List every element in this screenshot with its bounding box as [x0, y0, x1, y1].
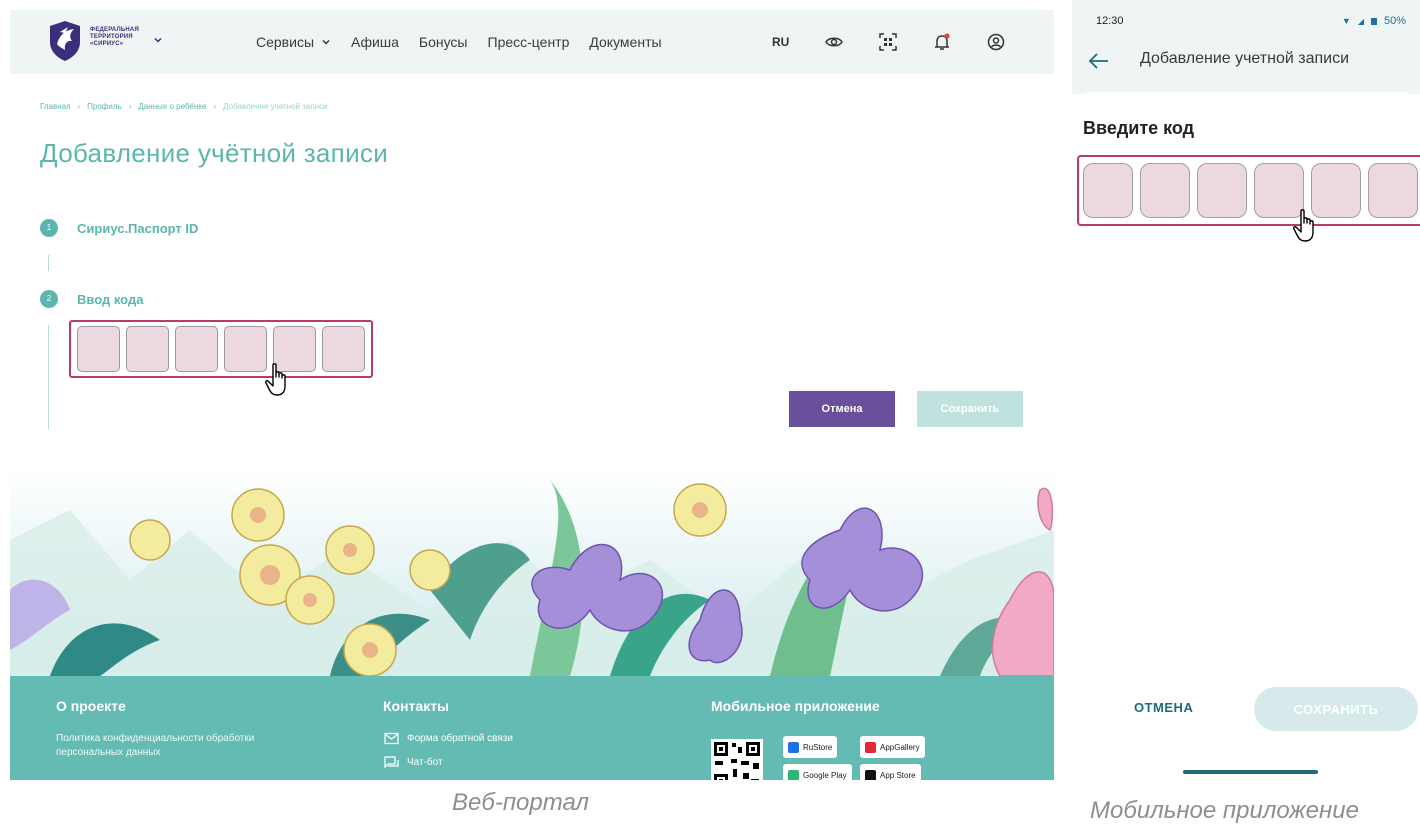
- nav-bonuses[interactable]: Бонусы: [419, 34, 468, 50]
- feedback-form-label: Форма обратной связи: [407, 733, 513, 744]
- sirius-logo-icon[interactable]: [48, 20, 82, 62]
- eye-icon[interactable]: [824, 32, 844, 52]
- site-footer: О проекте Политика конфиденциальности об…: [10, 676, 1054, 780]
- rustore-badge[interactable]: RuStore: [783, 736, 838, 758]
- home-indicator: [1183, 770, 1318, 774]
- main-nav: Сервисы Афиша Бонусы Пресс-центр Докумен…: [256, 34, 682, 50]
- app-store-label: App Store: [880, 770, 916, 780]
- bell-icon[interactable]: [932, 32, 952, 52]
- footer-about-title: О проекте: [56, 698, 126, 714]
- nav-services-label: Сервисы: [256, 34, 315, 50]
- arrow-left-icon[interactable]: [1088, 52, 1110, 70]
- appgallery-label: AppGallery: [880, 742, 920, 752]
- step-connector: [48, 255, 49, 271]
- code-digit-input[interactable]: [322, 326, 365, 372]
- breadcrumb-child-data[interactable]: Данные о ребёнке: [138, 102, 206, 111]
- chevron-down-icon: [322, 39, 330, 45]
- battery-icon: [1370, 17, 1377, 25]
- status-bar: 12:30 ▼ ◢ 50%: [1072, 0, 1420, 42]
- nav-press-center[interactable]: Пресс-центр: [488, 34, 570, 50]
- google-play-label: Google Play: [803, 770, 847, 780]
- profile-icon[interactable]: [986, 32, 1006, 52]
- appgallery-badge[interactable]: AppGallery: [860, 736, 925, 758]
- breadcrumb-current: Добавление учетной записи: [223, 102, 328, 111]
- code-input-group: [1077, 155, 1420, 226]
- screen-title: Добавление учетной записи: [1140, 50, 1350, 67]
- wifi-icon: ▼: [1341, 16, 1351, 26]
- code-input-group: [69, 320, 373, 378]
- app-store-badge[interactable]: App Store: [860, 764, 921, 780]
- step-2-content-line: [48, 325, 49, 429]
- code-digit-input[interactable]: [1368, 163, 1418, 218]
- code-digit-input[interactable]: [175, 326, 218, 372]
- code-digit-input[interactable]: [1197, 163, 1247, 218]
- google-play-badge[interactable]: Google Play: [783, 764, 852, 780]
- signal-icon: ◢: [1357, 16, 1364, 26]
- feedback-form-link[interactable]: Форма обратной связи: [384, 732, 513, 745]
- cancel-button[interactable]: ОТМЕНА: [1134, 700, 1193, 715]
- page-title: Добавление учётной записи: [40, 138, 389, 168]
- nav-afisha[interactable]: Афиша: [351, 34, 399, 50]
- cancel-button[interactable]: Отмена: [789, 391, 895, 427]
- step-2-number: 2: [40, 290, 58, 308]
- step-2-label: Ввод кода: [77, 292, 144, 307]
- chevron-right-icon: ›: [77, 102, 81, 111]
- code-digit-input[interactable]: [1083, 163, 1133, 218]
- language-switch[interactable]: RU: [772, 35, 789, 49]
- nav-services[interactable]: Сервисы: [256, 34, 331, 50]
- nav-afisha-label: Афиша: [351, 34, 399, 50]
- hand-cursor-icon: [265, 363, 286, 396]
- code-digit-input[interactable]: [224, 326, 267, 372]
- step-1-number: 1: [40, 219, 58, 237]
- code-digit-input[interactable]: [126, 326, 169, 372]
- rustore-label: RuStore: [803, 742, 833, 752]
- hand-cursor-icon: [1293, 209, 1314, 242]
- status-time: 12:30: [1096, 15, 1124, 27]
- qr-scan-icon[interactable]: [878, 32, 898, 52]
- privacy-policy-link[interactable]: Политика конфиденциальности обработки пе…: [56, 732, 306, 760]
- chevron-right-icon: ›: [213, 102, 217, 111]
- battery-level: 50%: [1383, 15, 1406, 27]
- nav-documents[interactable]: Документы: [589, 34, 661, 50]
- site-header: ФЕДЕРАЛЬНАЯ ТЕРРИТОРИЯ «СИРИУС» Сервисы …: [10, 10, 1054, 74]
- save-button[interactable]: СОХРАНИТЬ: [1254, 687, 1418, 731]
- save-button[interactable]: Сохранить: [917, 391, 1023, 427]
- app-bar: Добавление учетной записи: [1072, 42, 1420, 94]
- status-indicators: ▼ ◢ 50%: [1342, 15, 1406, 27]
- chevron-down-icon[interactable]: [153, 35, 163, 45]
- mobile-app-screen: 12:30 ▼ ◢ 50% Добавление учетной записи …: [1072, 0, 1420, 780]
- code-digit-input[interactable]: [1140, 163, 1190, 218]
- mobile-app-caption: Мобильное приложение: [1090, 797, 1359, 824]
- web-portal-screen: ФЕДЕРАЛЬНАЯ ТЕРРИТОРИЯ «СИРИУС» Сервисы …: [10, 10, 1054, 780]
- nav-documents-label: Документы: [589, 34, 662, 50]
- chevron-right-icon: ›: [128, 102, 132, 111]
- mail-icon: [384, 732, 399, 745]
- footer-app-title: Мобильное приложение: [711, 698, 880, 714]
- breadcrumb-profile[interactable]: Профиль: [87, 102, 122, 111]
- nav-bonuses-label: Бонусы: [418, 34, 468, 50]
- chatbot-label: Чат-бот: [407, 757, 443, 768]
- code-digit-input[interactable]: [77, 326, 120, 372]
- logo-text: ФЕДЕРАЛЬНАЯ ТЕРРИТОРИЯ «СИРИУС»: [90, 27, 139, 47]
- step-1-label[interactable]: Сириус.Паспорт ID: [77, 221, 198, 236]
- chatbot-link[interactable]: Чат-бот: [384, 756, 443, 769]
- web-portal-caption: Веб-портал: [452, 789, 590, 816]
- qr-code-image: [711, 739, 763, 780]
- decorative-flowers-banner: [10, 470, 1054, 676]
- breadcrumb-home[interactable]: Главная: [40, 102, 70, 111]
- nav-press-center-label: Пресс-центр: [487, 34, 570, 50]
- enter-code-heading: Введите код: [1083, 118, 1195, 138]
- breadcrumb: Главная › Профиль › Данные о ребёнке › Д…: [40, 102, 328, 111]
- chat-icon: [384, 756, 399, 769]
- footer-contacts-title: Контакты: [383, 698, 450, 714]
